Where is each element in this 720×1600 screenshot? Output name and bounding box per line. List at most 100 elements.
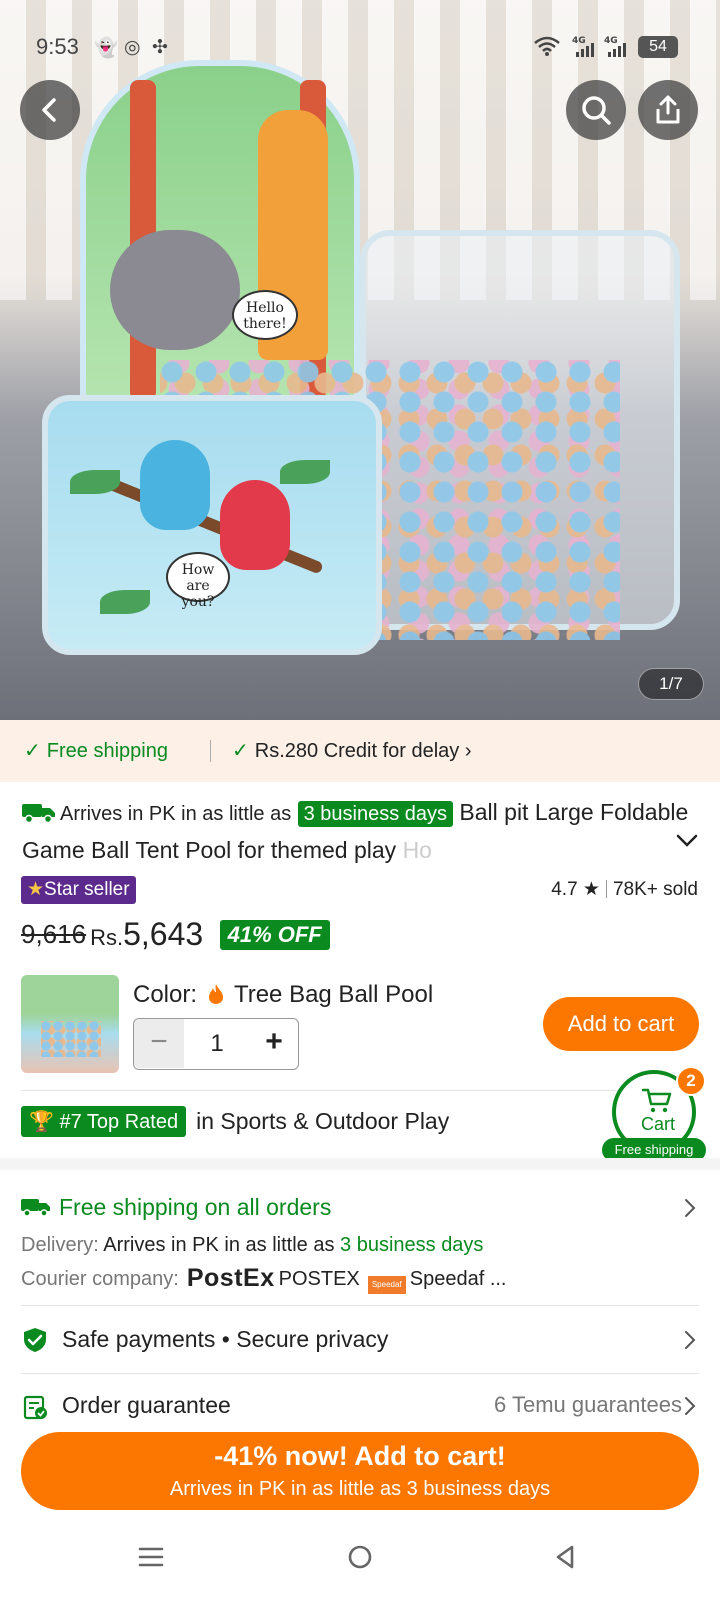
signal-4g-icon: 4G xyxy=(572,34,594,61)
chevron-right-icon: › xyxy=(459,740,472,762)
divider xyxy=(605,880,607,898)
menu-icon xyxy=(138,1547,164,1567)
floating-cart-button[interactable]: Cart 2 Free shipping xyxy=(602,1066,706,1162)
svg-text:4G: 4G xyxy=(572,36,586,46)
leaf-illustration xyxy=(280,460,330,484)
checkmark-icon: ✓ xyxy=(24,740,41,762)
signal-4g-icon: 4G xyxy=(604,34,626,61)
variant-thumbnail[interactable] xyxy=(21,975,119,1073)
chevron-right-icon[interactable] xyxy=(684,1198,696,1218)
delivery-days: 3 business days xyxy=(340,1234,484,1256)
chevron-right-icon[interactable] xyxy=(684,1396,696,1416)
divider xyxy=(21,1305,699,1306)
discount-badge: 41% OFF xyxy=(219,920,330,950)
free-shipping-text: Free shipping xyxy=(46,740,168,762)
status-bar: 9:53 👻 ◎ ✣ 4G 4G 54 xyxy=(0,30,720,64)
rating-summary[interactable]: 4.7 ★ 78K+ sold xyxy=(551,878,698,901)
guarantee-icon xyxy=(23,1395,47,1420)
system-navigation-bar xyxy=(0,1534,720,1600)
checkmark-icon: ✓ xyxy=(232,740,249,762)
shipping-title-text: Free shipping on all orders xyxy=(59,1194,332,1220)
trophy-icon: 🏆 xyxy=(29,1111,54,1133)
divider xyxy=(21,1373,699,1374)
decrease-quantity-button[interactable]: − xyxy=(134,1019,184,1068)
product-image[interactable]: Hello there! How are you? 9:53 👻 ◎ ✣ 4G … xyxy=(0,0,720,720)
star-seller-text: Star seller xyxy=(44,879,130,900)
shipping-section-title[interactable]: Free shipping on all orders xyxy=(21,1194,331,1221)
sold-count: 78K+ sold xyxy=(612,879,698,900)
speedaf-logo: Speedaf xyxy=(367,1276,406,1294)
shipping-banner[interactable]: ✓ Free shipping ✓ Rs.280 Credit for delay … xyxy=(0,720,720,782)
price-row: 9,616 Rs.5,643 41% OFF xyxy=(21,916,330,960)
instagram-icon: ◎ xyxy=(124,37,141,58)
top-rated-row[interactable]: 🏆 #7 Top Rated in Sports & Outdoor Play xyxy=(21,1106,449,1137)
star-icon: ★ xyxy=(27,879,45,900)
product-title-fade: Ho xyxy=(402,837,432,863)
safe-payments-row[interactable]: Safe payments • Secure privacy xyxy=(62,1326,388,1353)
increase-quantity-button[interactable]: + xyxy=(250,1019,298,1068)
back-button[interactable] xyxy=(20,80,80,140)
home-circle-icon xyxy=(348,1545,372,1569)
quantity-value[interactable]: 1 xyxy=(184,1019,250,1068)
courier-label: Courier company: xyxy=(21,1268,179,1290)
speech-bubble-how: How are you? xyxy=(166,552,230,610)
divider xyxy=(210,740,211,762)
back-triangle-icon xyxy=(556,1545,574,1569)
star-icon: ★ xyxy=(577,879,600,900)
speedaf-name: Speedaf ... xyxy=(409,1268,507,1290)
section-separator xyxy=(0,1158,720,1170)
cart-icon xyxy=(642,1088,672,1113)
red-bird-illustration xyxy=(220,480,290,570)
color-label: Color: xyxy=(133,981,198,1008)
postex-logo: PostEx xyxy=(186,1264,275,1292)
product-title[interactable]: Arrives in PK in as little as 3 business… xyxy=(22,794,692,868)
add-to-cart-cta-button[interactable]: -41% now! Add to cart! Arrives in PK in … xyxy=(21,1432,699,1510)
cta-secondary-text: Arrives in PK in as little as 3 business… xyxy=(169,1478,551,1500)
chevron-left-icon xyxy=(42,98,56,122)
arrival-days-badge: 3 business days xyxy=(297,801,454,827)
delivery-info: Delivery: Arrives in PK in as little as … xyxy=(21,1234,483,1257)
recent-apps-button[interactable] xyxy=(138,1544,164,1575)
rating-value: 4.7 xyxy=(551,879,578,900)
chevron-right-icon[interactable] xyxy=(684,1330,696,1350)
guarantee-count[interactable]: 6 Temu guarantees xyxy=(494,1392,682,1418)
currency: Rs. xyxy=(90,925,124,950)
postex-name: POSTEX xyxy=(278,1268,360,1290)
system-back-button[interactable] xyxy=(552,1544,578,1575)
koala-illustration xyxy=(110,230,240,350)
color-selector[interactable]: Color: Tree Bag Ball Pool xyxy=(133,981,433,1009)
battery-icon: 54 xyxy=(638,36,678,58)
image-counter: 1/7 xyxy=(638,668,704,700)
free-shipping-badge: ✓ Free shipping xyxy=(24,738,168,763)
cart-label: Cart xyxy=(640,1114,675,1134)
chevron-down-icon[interactable] xyxy=(676,834,698,848)
search-button[interactable] xyxy=(566,80,626,140)
add-to-cart-button[interactable]: Add to cart xyxy=(543,997,699,1051)
delivery-label: Delivery: xyxy=(21,1234,99,1256)
status-time: 9:53 xyxy=(36,34,79,59)
svg-text:4G: 4G xyxy=(604,36,618,46)
delay-credit[interactable]: ✓ Rs.280 Credit for delay › xyxy=(232,738,472,763)
share-button[interactable] xyxy=(638,80,698,140)
pinwheel-icon: ✣ xyxy=(152,37,168,58)
quantity-stepper[interactable]: − 1 + xyxy=(133,1018,299,1070)
top-rated-badge: 🏆 #7 Top Rated xyxy=(21,1106,187,1137)
home-button[interactable] xyxy=(347,1544,373,1575)
wifi-icon xyxy=(534,36,560,62)
snapchat-icon: 👻 xyxy=(94,38,118,59)
courier-info: Courier company: PostEx POSTEX Speedaf Speed… xyxy=(21,1264,507,1294)
original-price: 9,616 xyxy=(21,919,87,949)
cart-count-badge: 2 xyxy=(676,1066,706,1096)
shield-check-icon xyxy=(24,1328,46,1352)
share-icon xyxy=(656,95,680,124)
ranking-category: in Sports & Outdoor Play xyxy=(196,1108,450,1134)
search-icon xyxy=(582,96,611,125)
arrival-prefix: Arrives in PK in as little as xyxy=(60,803,292,825)
color-value: Tree Bag Ball Pool xyxy=(233,981,434,1008)
leaf-illustration xyxy=(70,470,120,494)
order-guarantee-row[interactable]: Order guarantee xyxy=(62,1392,231,1419)
divider xyxy=(21,1090,699,1091)
delivery-truck-icon xyxy=(22,804,55,823)
star-seller-badge[interactable]: ★Star seller xyxy=(21,876,136,904)
delivery-text: Arrives in PK in as little as xyxy=(103,1234,335,1256)
